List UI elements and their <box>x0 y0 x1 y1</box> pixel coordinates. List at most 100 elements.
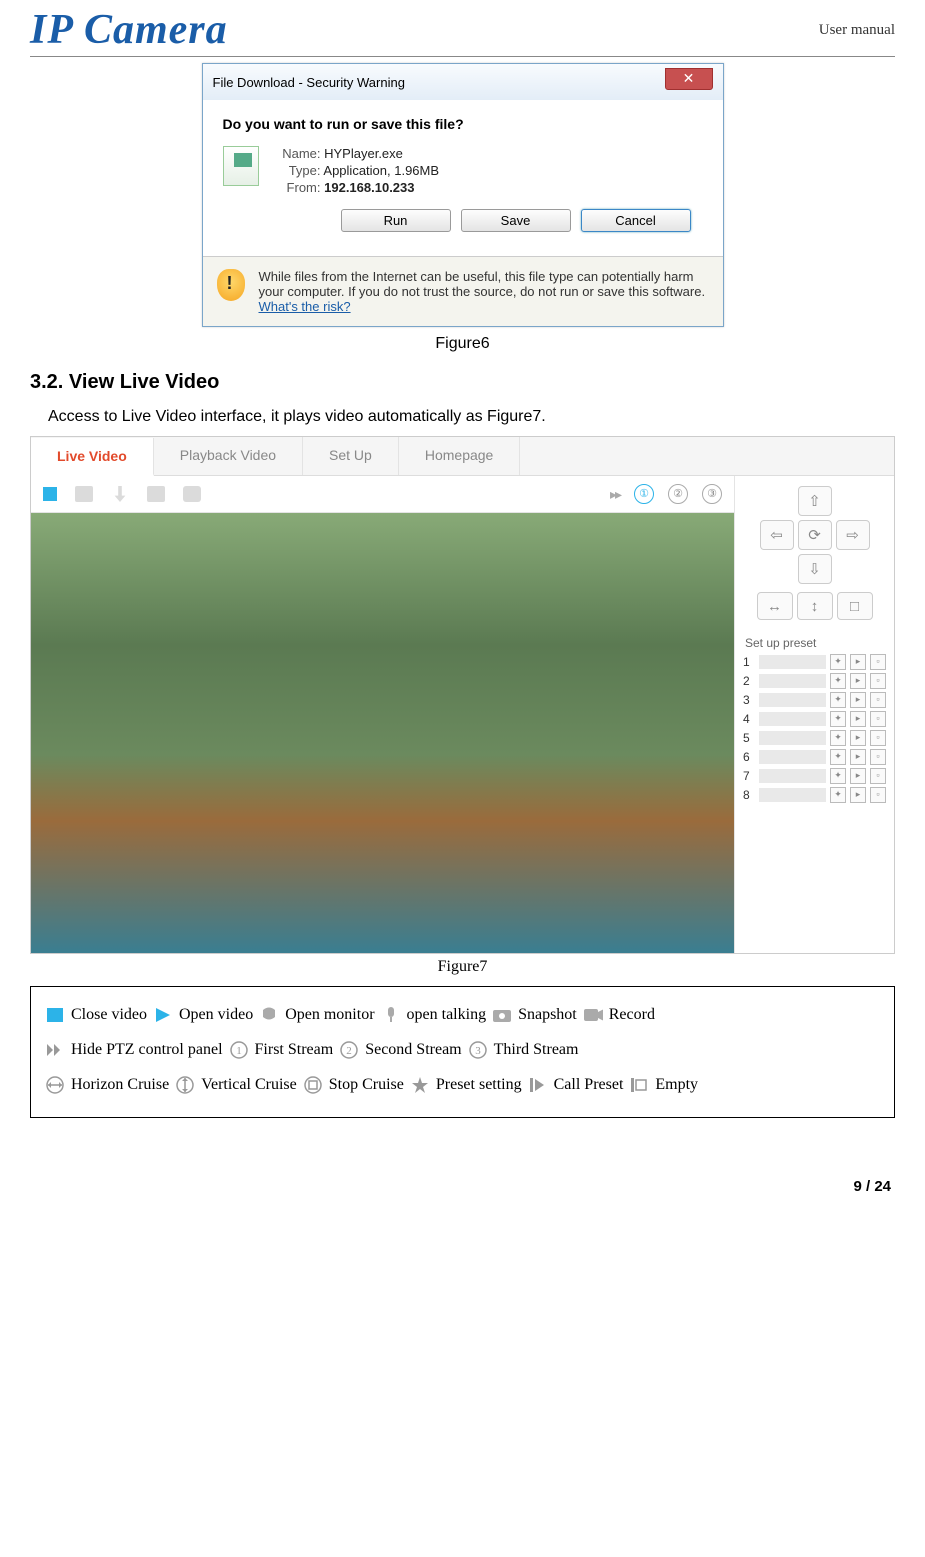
ptz-up[interactable]: ⇧ <box>798 486 832 516</box>
ptz-hscan[interactable]: ↔ <box>757 592 793 620</box>
risk-link[interactable]: What's the risk? <box>259 299 351 314</box>
page-number: 9 / 24 <box>30 1178 895 1195</box>
name-label: Name: <box>273 146 321 161</box>
third-stream-icon: 3 <box>468 1041 488 1059</box>
preset-input[interactable] <box>759 731 826 745</box>
file-download-dialog: File Download - Security Warning ✕ Do yo… <box>202 63 724 327</box>
preset-list: 1✦▸▫ 2✦▸▫ 3✦▸▫ 4✦▸▫ 5✦▸▫ 6✦▸▫ 7✦▸▫ 8✦▸▫ <box>743 654 886 803</box>
close-icon[interactable]: ✕ <box>665 68 713 90</box>
preset-input[interactable] <box>759 769 826 783</box>
ptz-vscan[interactable]: ↕ <box>797 592 833 620</box>
legend-call-preset: Call Preset <box>554 1067 624 1102</box>
preset-set-icon[interactable]: ✦ <box>830 673 846 689</box>
preset-call-icon[interactable]: ▸ <box>850 692 866 708</box>
ptz-down[interactable]: ⇩ <box>798 554 832 584</box>
logo: IP Camera <box>30 6 228 54</box>
preset-row: 7✦▸▫ <box>743 768 886 784</box>
preset-set-icon[interactable]: ✦ <box>830 787 846 803</box>
legend-open-talking: open talking <box>407 997 487 1032</box>
preset-empty-icon[interactable]: ▫ <box>870 673 886 689</box>
stream-1[interactable]: ① <box>634 484 654 504</box>
preset-row: 8✦▸▫ <box>743 787 886 803</box>
preset-empty-icon[interactable]: ▫ <box>870 787 886 803</box>
type-value: Application, 1.96MB <box>323 163 439 178</box>
preset-input[interactable] <box>759 712 826 726</box>
svg-text:3: 3 <box>475 1045 481 1057</box>
save-button[interactable]: Save <box>461 209 571 232</box>
dialog-question: Do you want to run or save this file? <box>223 116 703 132</box>
record-icon[interactable] <box>183 486 201 502</box>
preset-row: 6✦▸▫ <box>743 749 886 765</box>
open-talking-icon[interactable] <box>111 486 129 502</box>
ptz-left[interactable]: ⇦ <box>760 520 794 550</box>
ptz-right[interactable]: ⇨ <box>836 520 870 550</box>
stream-3[interactable]: ③ <box>702 484 722 504</box>
preset-set-icon[interactable]: ✦ <box>830 768 846 784</box>
svg-text:2: 2 <box>346 1045 352 1057</box>
preset-empty-icon[interactable]: ▫ <box>870 654 886 670</box>
ptz-center[interactable]: ⟳ <box>798 520 832 550</box>
name-value: HYPlayer.exe <box>324 146 403 161</box>
hide-ptz-icon[interactable]: ▸▸ <box>610 486 620 503</box>
preset-input[interactable] <box>759 788 826 802</box>
tab-live-video[interactable]: Live Video <box>31 438 154 476</box>
preset-input[interactable] <box>759 750 826 764</box>
legend-empty: Empty <box>655 1067 698 1102</box>
close-video-icon[interactable] <box>43 487 57 501</box>
preset-set-icon[interactable]: ✦ <box>830 749 846 765</box>
video-frame <box>31 513 734 953</box>
preset-call-icon[interactable]: ▸ <box>850 787 866 803</box>
preset-empty-icon[interactable]: ▫ <box>870 711 886 727</box>
from-value: 192.168.10.233 <box>324 180 414 195</box>
preset-call-icon[interactable]: ▸ <box>850 749 866 765</box>
snapshot-icon <box>492 1006 512 1024</box>
preset-set-icon[interactable]: ✦ <box>830 711 846 727</box>
header-usermanual: User manual <box>819 22 895 39</box>
tab-playback-video[interactable]: Playback Video <box>154 437 303 475</box>
record-icon <box>583 1006 603 1024</box>
run-button[interactable]: Run <box>341 209 451 232</box>
warning-text: While files from the Internet can be use… <box>259 269 709 314</box>
from-label: From: <box>273 180 321 195</box>
preset-input[interactable] <box>759 674 826 688</box>
preset-row: 4✦▸▫ <box>743 711 886 727</box>
snapshot-icon[interactable] <box>147 486 165 502</box>
preset-call-icon[interactable]: ▸ <box>850 730 866 746</box>
preset-empty-icon[interactable]: ▫ <box>870 768 886 784</box>
live-video-ui: Live Video Playback Video Set Up Homepag… <box>30 436 895 954</box>
legend-horizon-cruise: Horizon Cruise <box>71 1067 169 1102</box>
preset-call-icon[interactable]: ▸ <box>850 711 866 727</box>
tab-homepage[interactable]: Homepage <box>399 437 521 475</box>
preset-row: 1✦▸▫ <box>743 654 886 670</box>
preset-set-icon[interactable]: ✦ <box>830 692 846 708</box>
cancel-button[interactable]: Cancel <box>581 209 691 232</box>
ptz-stop[interactable]: □ <box>837 592 873 620</box>
legend-snapshot: Snapshot <box>518 997 577 1032</box>
stream-2[interactable]: ② <box>668 484 688 504</box>
preset-setting-icon <box>410 1076 430 1094</box>
preset-input[interactable] <box>759 655 826 669</box>
preset-call-icon[interactable]: ▸ <box>850 768 866 784</box>
close-video-icon <box>45 1006 65 1024</box>
type-label: Type: <box>273 163 321 178</box>
legend-box: Close video Open video Open monitor open… <box>30 986 895 1118</box>
open-talking-icon <box>381 1006 401 1024</box>
preset-set-icon[interactable]: ✦ <box>830 730 846 746</box>
preset-row: 3✦▸▫ <box>743 692 886 708</box>
call-preset-icon <box>528 1076 548 1094</box>
legend-record: Record <box>609 997 655 1032</box>
preset-empty-icon[interactable]: ▫ <box>870 749 886 765</box>
shield-icon <box>217 269 245 301</box>
legend-open-video: Open video <box>179 997 253 1032</box>
figure6-caption: Figure6 <box>30 335 895 353</box>
file-icon <box>223 146 259 186</box>
preset-empty-icon[interactable]: ▫ <box>870 730 886 746</box>
preset-set-icon[interactable]: ✦ <box>830 654 846 670</box>
preset-title: Set up preset <box>745 636 886 650</box>
open-monitor-icon[interactable] <box>75 486 93 502</box>
preset-input[interactable] <box>759 693 826 707</box>
preset-call-icon[interactable]: ▸ <box>850 654 866 670</box>
preset-call-icon[interactable]: ▸ <box>850 673 866 689</box>
preset-empty-icon[interactable]: ▫ <box>870 692 886 708</box>
tab-setup[interactable]: Set Up <box>303 437 399 475</box>
